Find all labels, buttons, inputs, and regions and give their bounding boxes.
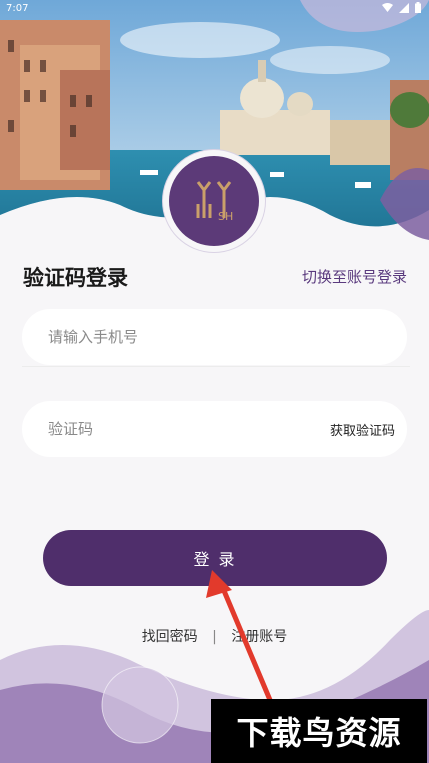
bottom-links: 找回密码 | 注册账号 — [0, 626, 429, 646]
status-time: 7:07 — [6, 3, 29, 14]
phone-field[interactable] — [22, 309, 407, 365]
app-logo: SH — [163, 150, 265, 252]
wifi-icon — [382, 3, 393, 12]
page-title: 验证码登录 — [23, 266, 128, 290]
battery-icon — [415, 2, 421, 13]
logo-text: SH — [218, 210, 233, 223]
phone-input[interactable] — [46, 327, 310, 347]
status-icons — [382, 2, 421, 13]
code-field[interactable]: 获取验证码 — [22, 401, 407, 457]
signal-icon — [399, 2, 409, 13]
link-separator: | — [212, 629, 217, 645]
watermark: 下载鸟资源 — [211, 699, 427, 763]
get-code-button[interactable]: 获取验证码 — [330, 420, 395, 439]
divider — [22, 366, 410, 367]
code-input[interactable] — [46, 419, 310, 439]
logo-icon: SH — [196, 181, 233, 223]
switch-to-account-login-link[interactable]: 切换至账号登录 — [302, 266, 407, 287]
forgot-password-link[interactable]: 找回密码 — [142, 629, 198, 645]
login-button[interactable]: 登 录 — [43, 530, 387, 586]
status-bar: 7:07 — [0, 0, 429, 18]
logo-badge: SH — [169, 156, 259, 246]
register-link[interactable]: 注册账号 — [231, 629, 287, 645]
